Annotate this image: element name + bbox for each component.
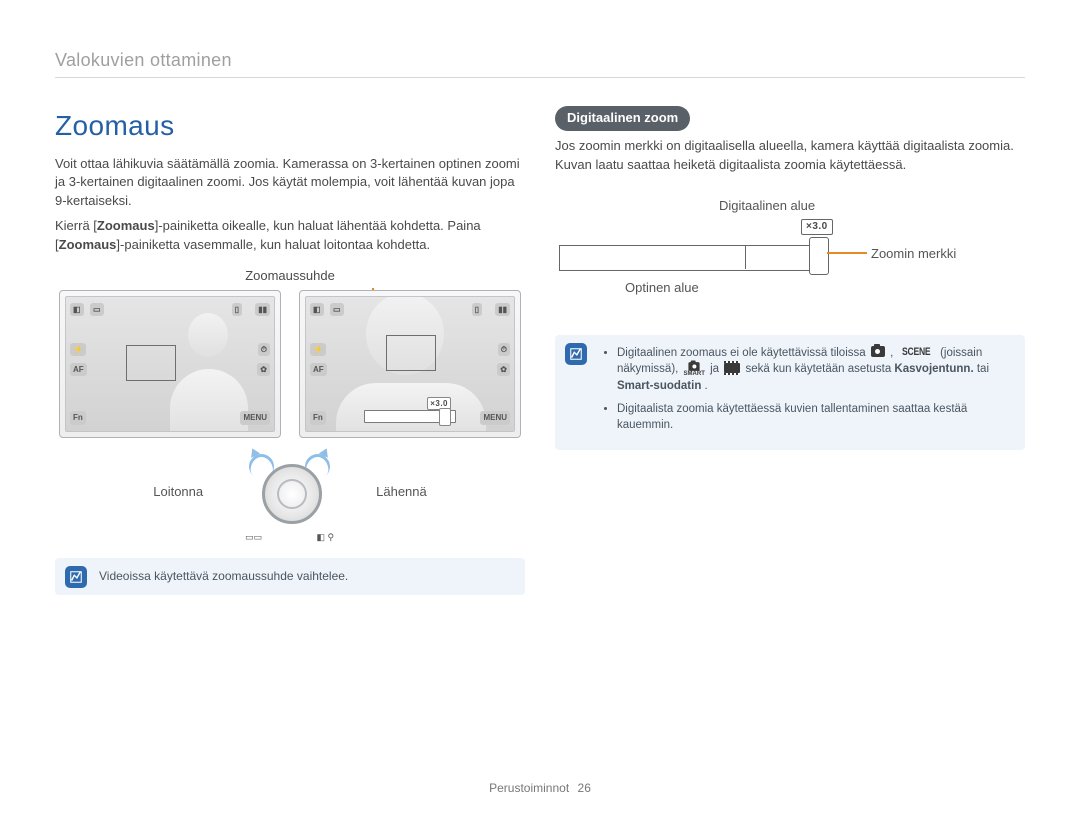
lcd-inner: ◧ ⚡ AF Fn ▮▮ ⏱ ✿ MENU ▭ ▯ ×3.0: [305, 296, 515, 432]
smart-mode-icon: SMART: [682, 361, 707, 377]
person-body: [170, 369, 248, 431]
fn-icon: Fn: [70, 411, 86, 425]
zoom-marker: [439, 408, 451, 426]
zoom-diagram: Digitaalinen alue ×3.0 Zoomin merkki Opt…: [559, 197, 1025, 307]
note-text: Videoissa käytettävä zoomaussuhde vaihte…: [99, 569, 348, 583]
instruction-paragraph: Kierrä [Zoomaus]-painiketta oikealle, ku…: [55, 217, 525, 255]
battery-icon: ▮▮: [255, 303, 270, 317]
bold-ref-zoom: Zoomaus: [97, 218, 155, 233]
timer-icon: ⏱: [258, 343, 270, 357]
text-fragment: ,: [890, 347, 896, 359]
person-body: [336, 383, 486, 431]
page-number: 26: [578, 781, 591, 795]
zoom-marker: [809, 237, 829, 275]
battery-icon: ▮▮: [495, 303, 510, 317]
tele-icon: ◧ ⚲: [317, 531, 335, 544]
callout-line: [827, 252, 867, 254]
resolution-icon: ▭: [330, 303, 344, 317]
optical-area-label: Optinen alue: [625, 279, 699, 298]
bold-ref: Smart-suodatin: [617, 380, 701, 392]
macro-icon: ✿: [497, 363, 510, 377]
digital-zoom-paragraph: Jos zoomin merkki on digitaalisella alue…: [555, 137, 1025, 175]
text-fragment: ]-painiketta vasemmalle, kun haluat loit…: [116, 237, 430, 252]
screenshots-row: ◧ ⚡ AF Fn ▮▮ ⏱ ✿ MENU ▭ ▯: [55, 290, 525, 438]
column-left: Zoomaus Voit ottaa lähikuvia säätämällä …: [55, 106, 525, 595]
zoom-dial: ▭▭ ◧ ⚲: [237, 448, 342, 538]
wide-icon: ▭▭: [245, 531, 262, 544]
dial-row: Loitonna ▭▭ ◧ ⚲ Lähennä: [55, 448, 525, 538]
note-box-right: Digitaalinen zoomaus ei ole käytettäviss…: [555, 335, 1025, 450]
zoom-ratio-label: Zoomaussuhde: [55, 267, 525, 286]
optical-divider: [745, 245, 746, 269]
section-pill: Digitaalinen zoom: [555, 106, 690, 131]
text-fragment: tai: [977, 363, 989, 375]
zoom-marker-label: Zoomin merkki: [871, 245, 956, 264]
lcd-preview-wide: ◧ ⚡ AF Fn ▮▮ ⏱ ✿ MENU ▭ ▯: [59, 290, 281, 438]
movie-mode-icon: [722, 362, 742, 377]
menu-icon: MENU: [240, 411, 270, 425]
dial-label-zoom-out: Loitonna: [153, 483, 203, 502]
text-fragment: .: [705, 380, 708, 392]
focus-frame: [126, 345, 176, 381]
note-bullet-2: Digitaalista zoomia käytettäessä kuvien …: [617, 401, 1013, 434]
text-fragment: Digitaalinen zoomaus ei ole käytettäviss…: [617, 347, 869, 359]
breadcrumb: Valokuvien ottaminen: [55, 50, 1025, 78]
bold-ref-zoom: Zoomaus: [59, 237, 117, 252]
intro-paragraph: Voit ottaa lähikuvia säätämällä zoomia. …: [55, 155, 525, 212]
fn-icon: Fn: [310, 411, 326, 425]
footer-label: Perustoiminnot: [489, 781, 569, 795]
note-box-left: Videoissa käytettävä zoomaussuhde vaihte…: [55, 558, 525, 595]
text-fragment: Kierrä [: [55, 218, 97, 233]
camera-auto-icon: [869, 345, 887, 360]
counter-icon: ▯: [232, 303, 242, 317]
text-fragment: ja: [710, 363, 722, 375]
lcd-inner: ◧ ⚡ AF Fn ▮▮ ⏱ ✿ MENU ▭ ▯: [65, 296, 275, 432]
zoom-scale: ×3.0: [364, 410, 456, 423]
af-icon: AF: [70, 363, 87, 377]
dial-mini-icons: ▭▭ ◧ ⚲: [245, 531, 334, 544]
af-icon: AF: [310, 363, 327, 377]
mode-icon: ◧: [70, 303, 84, 317]
scene-mode-icon: SCENE: [901, 345, 933, 361]
dial-label-zoom-in: Lähennä: [376, 483, 427, 502]
focus-frame: [386, 335, 436, 371]
page: Valokuvien ottaminen Zoomaus Voit ottaa …: [0, 0, 1080, 815]
zoom-tag: ×3.0: [801, 219, 833, 236]
person-head: [188, 313, 228, 357]
lcd-preview-zoomed: ◧ ⚡ AF Fn ▮▮ ⏱ ✿ MENU ▭ ▯ ×3.0: [299, 290, 521, 438]
page-title: Zoomaus: [55, 106, 525, 147]
zoom-scale-bar: [559, 245, 825, 271]
counter-icon: ▯: [472, 303, 482, 317]
note-icon: [565, 343, 587, 365]
text-fragment: sekä kun käytetään asetusta: [745, 363, 894, 375]
columns: Zoomaus Voit ottaa lähikuvia säätämällä …: [55, 106, 1025, 595]
mode-icon: ◧: [310, 303, 324, 317]
resolution-icon: ▭: [90, 303, 104, 317]
note-list: Digitaalinen zoomaus ei ole käytettäviss…: [599, 345, 1013, 434]
bold-ref: Kasvojentunn.: [894, 363, 973, 375]
timer-icon: ⏱: [498, 343, 510, 357]
dial-circle: [262, 464, 322, 524]
macro-icon: ✿: [257, 363, 270, 377]
note-icon: [65, 566, 87, 588]
note-bullet-1: Digitaalinen zoomaus ei ole käytettäviss…: [617, 345, 1013, 395]
flash-icon: ⚡: [70, 343, 86, 357]
digital-area-label: Digitaalinen alue: [719, 197, 815, 216]
flash-icon: ⚡: [310, 343, 326, 357]
footer: Perustoiminnot 26: [0, 781, 1080, 795]
menu-icon: MENU: [480, 411, 510, 425]
column-right: Digitaalinen zoom Jos zoomin merkki on d…: [555, 106, 1025, 595]
